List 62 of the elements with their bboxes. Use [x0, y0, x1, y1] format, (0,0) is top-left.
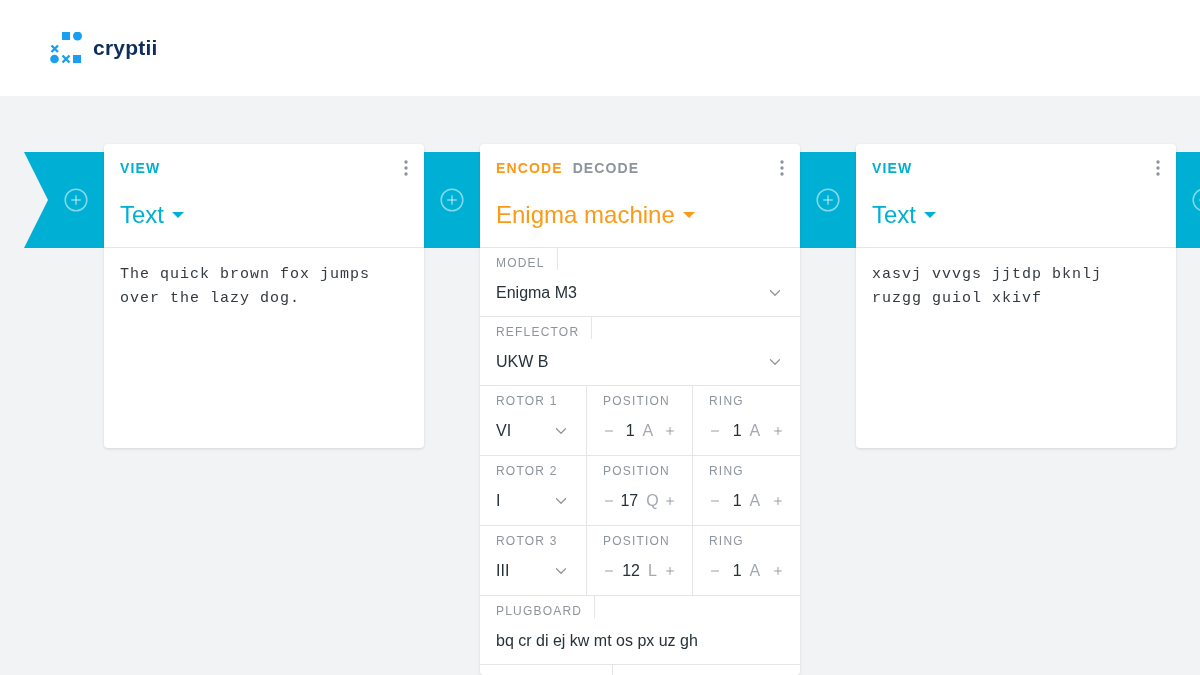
plus-icon — [772, 495, 784, 507]
plus-icon — [664, 495, 676, 507]
field-label: RING — [709, 393, 744, 408]
function-dropdown[interactable]: Text — [872, 199, 936, 231]
tab[interactable]: ENCODE — [496, 158, 563, 178]
step-value: 1 — [732, 561, 742, 581]
more-options-button[interactable] — [1156, 158, 1160, 178]
select-field[interactable]: VI — [496, 419, 570, 443]
plus-icon — [664, 565, 676, 577]
select-field[interactable]: III — [496, 559, 570, 583]
select-field[interactable]: I — [496, 489, 570, 513]
field-label: POSITION — [603, 533, 670, 548]
field-label: RING — [709, 463, 744, 478]
more-vertical-icon — [780, 160, 784, 176]
add-circle-icon — [439, 187, 465, 213]
step-value: 17 — [620, 491, 639, 511]
step-value: 1 — [625, 421, 635, 441]
logo-text: cryptii — [93, 36, 158, 60]
add-button[interactable] — [815, 187, 841, 213]
function-dropdown[interactable]: Text — [120, 199, 184, 231]
field-label: ROTOR 3 — [496, 533, 558, 548]
caret-down-icon — [172, 212, 184, 218]
tab[interactable]: VIEW — [872, 158, 913, 178]
field-label: RING — [709, 533, 744, 548]
more-vertical-icon — [1156, 160, 1160, 176]
text-content: xasvj vvvgs jjtdp bknlj ruzgg guiol xkivf — [871, 265, 1104, 309]
add-circle-icon — [63, 187, 89, 213]
select-field[interactable]: UKW B — [496, 350, 784, 374]
text-input-field[interactable]: bq cr di ej kw mt os px uz gh — [496, 629, 784, 653]
field-label: ROTOR 1 — [496, 393, 558, 408]
more-options-button[interactable] — [404, 158, 408, 178]
step-letter: Q — [646, 491, 659, 511]
step-letter: A — [749, 561, 761, 581]
tab[interactable]: VIEW — [120, 158, 161, 178]
more-vertical-icon — [404, 160, 408, 176]
field-label: PLUGBOARD — [496, 596, 596, 618]
add-button[interactable] — [439, 187, 465, 213]
step-letter: A — [749, 421, 761, 441]
plus-icon — [772, 565, 784, 577]
logo-icon — [50, 32, 82, 64]
tab[interactable]: DECODE — [572, 158, 640, 178]
field-label: MODEL — [496, 248, 558, 270]
field-label: REFLECTOR — [496, 317, 593, 339]
step-value: 12 — [622, 561, 640, 581]
select-field[interactable]: Enigma M3 — [496, 281, 784, 305]
more-options-button[interactable] — [780, 158, 784, 178]
text-content: The quick brown fox jumps over the lazy dog. — [119, 265, 372, 309]
step-letter: L — [647, 561, 657, 581]
field-label: POSITION — [603, 463, 670, 478]
caret-down-icon — [924, 212, 936, 218]
field-label: POSITION — [603, 393, 670, 408]
add-button[interactable] — [63, 187, 89, 213]
step-letter: A — [642, 421, 654, 441]
plus-icon — [664, 425, 676, 437]
field-label: ROTOR 2 — [496, 463, 558, 478]
step-value: 1 — [732, 421, 742, 441]
step-value: 1 — [732, 491, 742, 511]
function-dropdown[interactable]: Enigma machine — [496, 199, 695, 231]
caret-down-icon — [682, 212, 695, 218]
add-circle-icon — [815, 187, 841, 213]
plus-icon — [772, 425, 784, 437]
step-letter: A — [749, 491, 761, 511]
